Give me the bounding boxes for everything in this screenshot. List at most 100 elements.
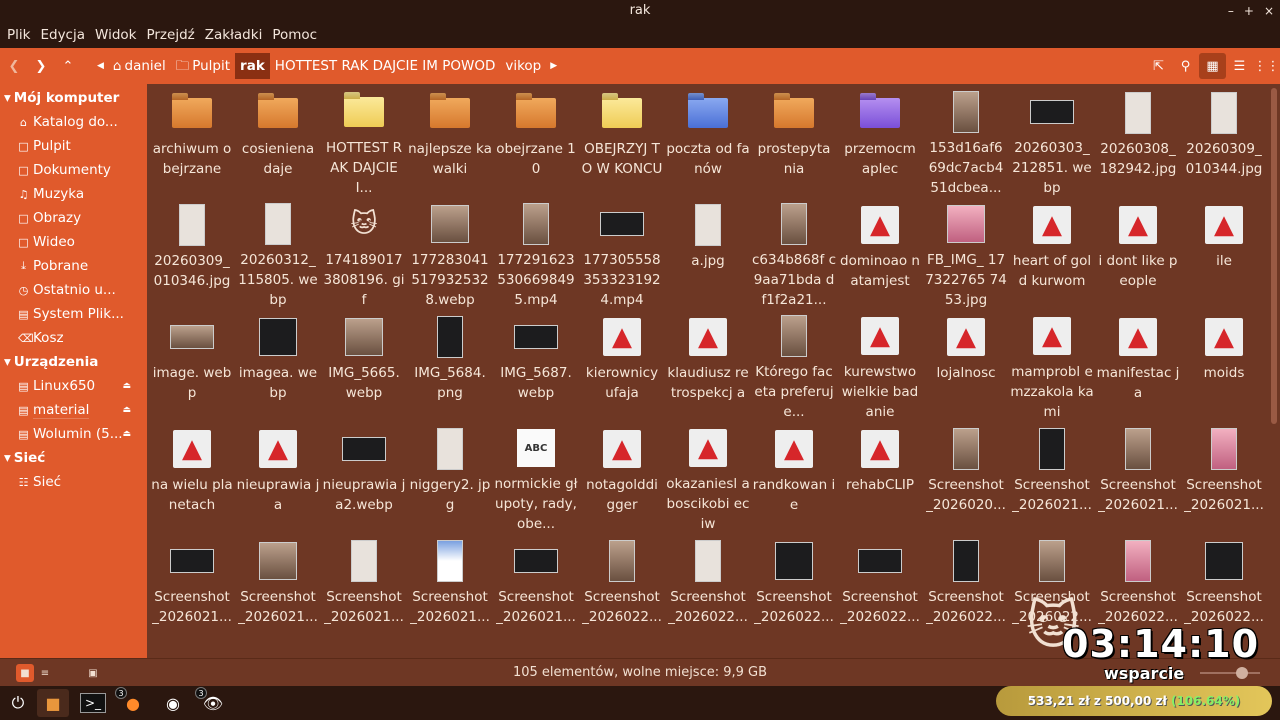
- file-item[interactable]: ▲ dominoao natamjest: [837, 196, 923, 308]
- eject-icon[interactable]: ⏏: [122, 429, 131, 439]
- zoom-slider-knob[interactable]: [1236, 667, 1248, 679]
- location-toggle-button[interactable]: ⇱: [1145, 53, 1172, 79]
- sidebar-item-trash[interactable]: ⌫ Kosz: [0, 326, 147, 350]
- file-item[interactable]: 20260309_ 010344.jpg: [1181, 84, 1267, 196]
- file-item[interactable]: IMG_5684. png: [407, 308, 493, 420]
- menu-bookmarks[interactable]: Zakładki: [200, 22, 268, 48]
- breadcrumb-hottest[interactable]: HOTTEST RAK DAJCIE IM POWOD: [270, 53, 501, 79]
- file-item[interactable]: ▲ rehabCLIP: [837, 420, 923, 532]
- file-item[interactable]: FB_IMG_ 177322765 7453.jpg: [923, 196, 1009, 308]
- menu-go[interactable]: Przejdź: [141, 22, 199, 48]
- sidebar-item-documents[interactable]: □ Dokumenty: [0, 158, 147, 182]
- file-item[interactable]: Screenshot _2026021...: [1095, 420, 1181, 532]
- file-item[interactable]: 20260312_ 115805. webp: [235, 196, 321, 308]
- file-item[interactable]: ▲ i dont like people: [1095, 196, 1181, 308]
- file-item[interactable]: 177305558 353323192 4.mp4: [579, 196, 665, 308]
- taskbar-terminal[interactable]: >_: [77, 689, 109, 717]
- file-item[interactable]: IMG_5665. webp: [321, 308, 407, 420]
- sidebar-item-network[interactable]: ☷ Sieć: [0, 470, 147, 494]
- maximize-button[interactable]: +: [1244, 0, 1254, 22]
- file-item[interactable]: a.jpg: [665, 196, 751, 308]
- file-item[interactable]: ▲ ile: [1181, 196, 1267, 308]
- file-item[interactable]: Screenshot _2026022...: [665, 532, 751, 644]
- file-item[interactable]: nieuprawia ja2.webp: [321, 420, 407, 532]
- icon-view-button[interactable]: ▦: [1199, 53, 1226, 79]
- file-item[interactable]: c634b868f c9aa71bda df1f2a21...: [751, 196, 837, 308]
- show-tree-button[interactable]: ≡: [36, 664, 54, 682]
- file-item[interactable]: Screenshot _2026022...: [579, 532, 665, 644]
- file-item[interactable]: Screenshot _2026021...: [1009, 420, 1095, 532]
- file-item[interactable]: 177283041 517932532 8.webp: [407, 196, 493, 308]
- back-button[interactable]: ❮: [1, 53, 27, 79]
- sidebar-item-music[interactable]: ♫ Muzyka: [0, 182, 147, 206]
- file-item[interactable]: ▲ klaudiusz retrospekcj a: [665, 308, 751, 420]
- file-item[interactable]: Screenshot _2026021...: [321, 532, 407, 644]
- menu-file[interactable]: Plik: [2, 22, 35, 48]
- toggle-sidebar-button[interactable]: ▣: [84, 664, 102, 682]
- sidebar-device-material[interactable]: ▤ material ⏏: [0, 398, 147, 422]
- scrollbar-thumb[interactable]: [1271, 88, 1277, 424]
- file-item[interactable]: archiwum obejrzane: [149, 84, 235, 196]
- file-item[interactable]: niggery2. jpg: [407, 420, 493, 532]
- sidebar-section-network[interactable]: ▾ Sieć: [0, 446, 147, 470]
- sidebar-device-linux650[interactable]: ▤ Linux650 ⏏: [0, 374, 147, 398]
- file-item[interactable]: ▲ notagolddi gger: [579, 420, 665, 532]
- menu-edit[interactable]: Edycja: [35, 22, 90, 48]
- sidebar-device-volume[interactable]: ▤ Wolumin (5... ⏏: [0, 422, 147, 446]
- breadcrumb-vikop[interactable]: vikop: [500, 53, 546, 79]
- file-item[interactable]: ▲ heart of gold kurwom: [1009, 196, 1095, 308]
- file-item[interactable]: ▲ kurewstwo wielkie badanie: [837, 308, 923, 420]
- file-item[interactable]: 20260303_ 212851. webp: [1009, 84, 1095, 196]
- file-item[interactable]: najlepsze kawalki: [407, 84, 493, 196]
- file-item[interactable]: Którego faceta preferuje...: [751, 308, 837, 420]
- show-places-button[interactable]: ■: [16, 664, 34, 682]
- file-item[interactable]: 🐱 174189017 3808196. gif: [321, 196, 407, 308]
- file-item[interactable]: Screenshot _2026021...: [407, 532, 493, 644]
- zoom-slider[interactable]: [1200, 672, 1260, 674]
- file-item[interactable]: 20260308_ 182942.jpg: [1095, 84, 1181, 196]
- sidebar-item-downloads[interactable]: ⤓ Pobrane: [0, 254, 147, 278]
- file-item[interactable]: ▲ nieuprawia ja: [235, 420, 321, 532]
- file-item[interactable]: Screenshot _2026022...: [837, 532, 923, 644]
- sidebar-item-filesystem[interactable]: ▤ System Plik...: [0, 302, 147, 326]
- sidebar-item-videos[interactable]: □ Wideo: [0, 230, 147, 254]
- file-item[interactable]: 153d16af6 69dc7acb4 51dcbea...: [923, 84, 1009, 196]
- file-item[interactable]: Screenshot _2026021...: [493, 532, 579, 644]
- list-view-button[interactable]: ☰: [1226, 53, 1253, 79]
- file-item[interactable]: Screenshot _2026020...: [923, 420, 1009, 532]
- menu-view[interactable]: Widok: [90, 22, 141, 48]
- vertical-scrollbar[interactable]: [1268, 84, 1280, 658]
- taskbar-firefox[interactable]: 3 ●: [115, 687, 149, 717]
- file-item[interactable]: obejrzane 10: [493, 84, 579, 196]
- file-item[interactable]: ▲ mamprobl emzzakola kami: [1009, 308, 1095, 420]
- file-item[interactable]: cosieniena daje: [235, 84, 321, 196]
- file-item[interactable]: ▲ randkowan ie: [751, 420, 837, 532]
- sidebar-section-devices[interactable]: ▾ Urządzenia: [0, 350, 147, 374]
- taskbar-viewer[interactable]: 3 👁: [195, 687, 229, 717]
- breadcrumb-desktop[interactable]: 🗀 Pulpit: [171, 53, 235, 79]
- file-item[interactable]: ▲ okazaniesl aboscikobi eciw: [665, 420, 751, 532]
- file-item[interactable]: poczta od fanów: [665, 84, 751, 196]
- breadcrumb-left-arrow-icon[interactable]: ◀: [93, 61, 108, 71]
- up-button[interactable]: ⌃: [55, 53, 81, 79]
- eject-icon[interactable]: ⏏: [122, 381, 131, 391]
- file-item[interactable]: image. webp: [149, 308, 235, 420]
- sidebar-section-computer[interactable]: ▾ Mój komputer: [0, 86, 147, 110]
- close-button[interactable]: ×: [1264, 0, 1274, 22]
- file-item[interactable]: ▲ kierownicy ufaja: [579, 308, 665, 420]
- forward-button[interactable]: ❯: [28, 53, 54, 79]
- eject-icon[interactable]: ⏏: [122, 405, 131, 415]
- file-item[interactable]: Screenshot _2026021...: [235, 532, 321, 644]
- file-item[interactable]: ▲ moids: [1181, 308, 1267, 420]
- sidebar-item-desktop[interactable]: □ Pulpit: [0, 134, 147, 158]
- file-item[interactable]: prostepyta nia: [751, 84, 837, 196]
- search-button[interactable]: ⚲: [1172, 53, 1199, 79]
- taskbar-obs[interactable]: ◉: [157, 689, 189, 717]
- file-item[interactable]: HOTTEST RAK DAJCIE I...: [321, 84, 407, 196]
- file-item[interactable]: przemocm aplec: [837, 84, 923, 196]
- sidebar-item-pictures[interactable]: □ Obrazy: [0, 206, 147, 230]
- menu-help[interactable]: Pomoc: [267, 22, 322, 48]
- file-item[interactable]: Screenshot _2026021...: [149, 532, 235, 644]
- file-item[interactable]: Screenshot _2026021...: [1181, 420, 1267, 532]
- breadcrumb-current[interactable]: rak: [235, 53, 270, 79]
